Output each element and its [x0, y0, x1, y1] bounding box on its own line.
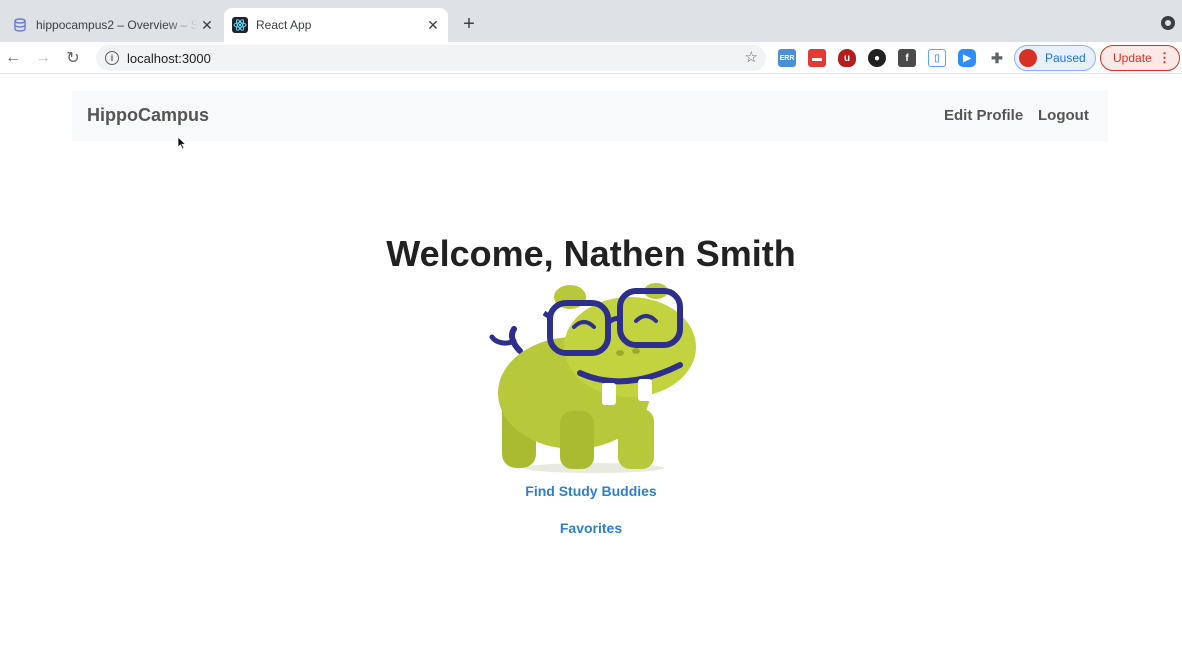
extension-f-icon[interactable]: f	[898, 49, 916, 67]
back-arrow-icon[interactable]: ←	[2, 47, 24, 69]
extension-err-icon[interactable]: ERR	[778, 49, 796, 67]
info-icon[interactable]: i	[105, 51, 119, 65]
brand-logo-text[interactable]: HippoCampus	[87, 105, 209, 126]
browser-toolbar: ← → ↻ i localhost:3000 ☆ ERR ▬ u ● f ▯ ▶…	[0, 42, 1182, 74]
edit-profile-link[interactable]: Edit Profile	[944, 107, 1023, 124]
stack-icon	[12, 17, 28, 33]
extensions-puzzle-icon[interactable]: ✚	[988, 49, 1006, 67]
url-text: localhost:3000	[127, 50, 211, 66]
profile-paused-button[interactable]: Paused	[1014, 45, 1096, 71]
hippo-mascot-image	[489, 283, 696, 473]
zoom-icon[interactable]: ▶	[958, 49, 976, 67]
tab-title: hippocampus2 – Overview – S	[36, 18, 199, 32]
ublock-shield-icon[interactable]: u	[838, 49, 856, 67]
logout-link[interactable]: Logout	[1038, 107, 1089, 124]
kebab-menu-icon[interactable]: ⋮	[1158, 50, 1171, 66]
app-navbar: HippoCampus Edit Profile Logout	[72, 91, 1108, 141]
profile-status-label: Paused	[1045, 51, 1086, 65]
mouse-cursor-icon	[177, 136, 187, 150]
tab-hippocampus2[interactable]: hippocampus2 – Overview – S ✕	[4, 8, 222, 42]
update-label: Update	[1113, 51, 1152, 65]
bookmark-star-icon[interactable]: ☆	[745, 48, 758, 66]
browser-tab-strip: hippocampus2 – Overview – S ✕ React App …	[0, 0, 1182, 42]
close-icon[interactable]: ✕	[424, 16, 442, 34]
page-title: Welcome, Nathen Smith	[386, 233, 796, 274]
forward-arrow-icon[interactable]: →	[32, 47, 54, 69]
update-button[interactable]: Update ⋮	[1100, 45, 1180, 71]
tab-search-icon[interactable]	[1161, 16, 1175, 30]
address-bar[interactable]: i localhost:3000 ☆	[96, 45, 766, 71]
tab-react-app[interactable]: React App ✕	[224, 8, 448, 42]
tab-title: React App	[256, 18, 312, 32]
find-study-buddies-link[interactable]: Find Study Buddies	[0, 483, 1182, 499]
new-tab-plus-icon[interactable]: +	[458, 13, 480, 35]
extension-red-icon[interactable]: ▬	[808, 49, 826, 67]
avatar	[1019, 49, 1037, 67]
extension-dark-icon[interactable]: ●	[868, 49, 886, 67]
close-icon[interactable]: ✕	[198, 16, 216, 34]
favorites-link[interactable]: Favorites	[0, 520, 1182, 536]
react-icon	[232, 17, 248, 33]
extension-cup-icon[interactable]: ▯	[928, 49, 946, 67]
reload-icon[interactable]: ↻	[62, 47, 84, 69]
